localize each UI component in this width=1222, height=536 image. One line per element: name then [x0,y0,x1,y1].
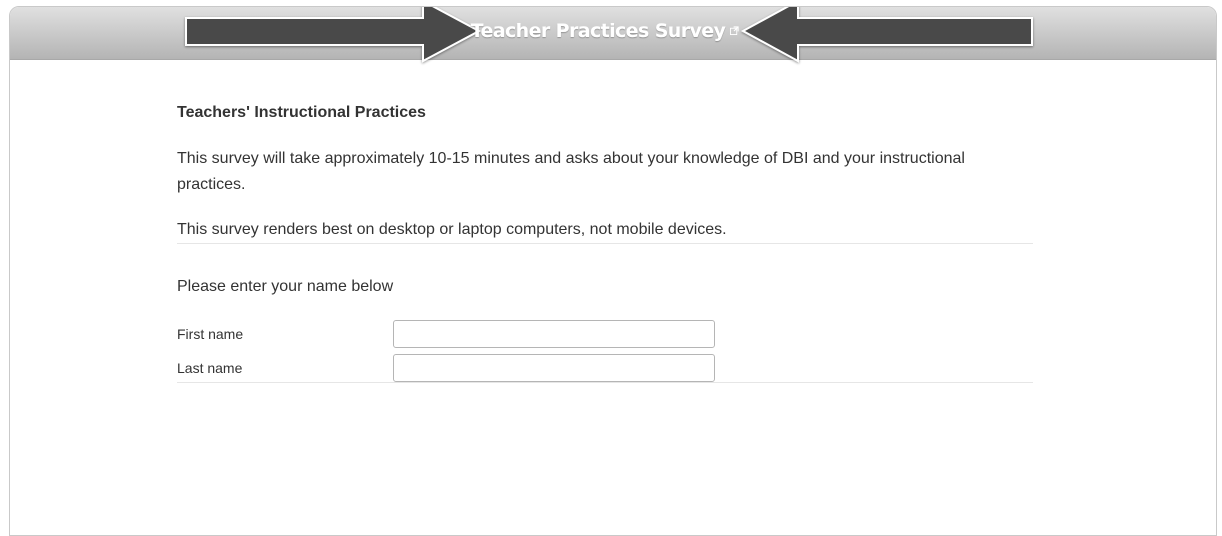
device-note: This survey renders best on desktop or l… [177,221,727,238]
survey-content: Teachers' Instructional Practices This s… [177,104,1033,383]
intro-text: This survey will take approximately 10-1… [177,150,965,193]
first-name-row: First name [177,320,1033,348]
last-name-label: Last name [177,360,243,376]
divider [177,243,1033,244]
divider [177,382,1033,383]
last-name-row: Last name [177,354,1033,382]
name-prompt: Please enter your name below [177,278,394,295]
survey-title[interactable]: Teacher Practices Survey [471,20,726,42]
section-title: Teachers' Instructional Practices [177,104,426,121]
first-name-input[interactable] [393,320,715,348]
title-container: Teacher Practices Survey [10,7,1216,59]
first-name-label: First name [177,326,244,342]
name-fields: First name Last name [177,320,1033,382]
external-link-icon[interactable] [730,22,739,40]
last-name-input[interactable] [393,354,715,382]
